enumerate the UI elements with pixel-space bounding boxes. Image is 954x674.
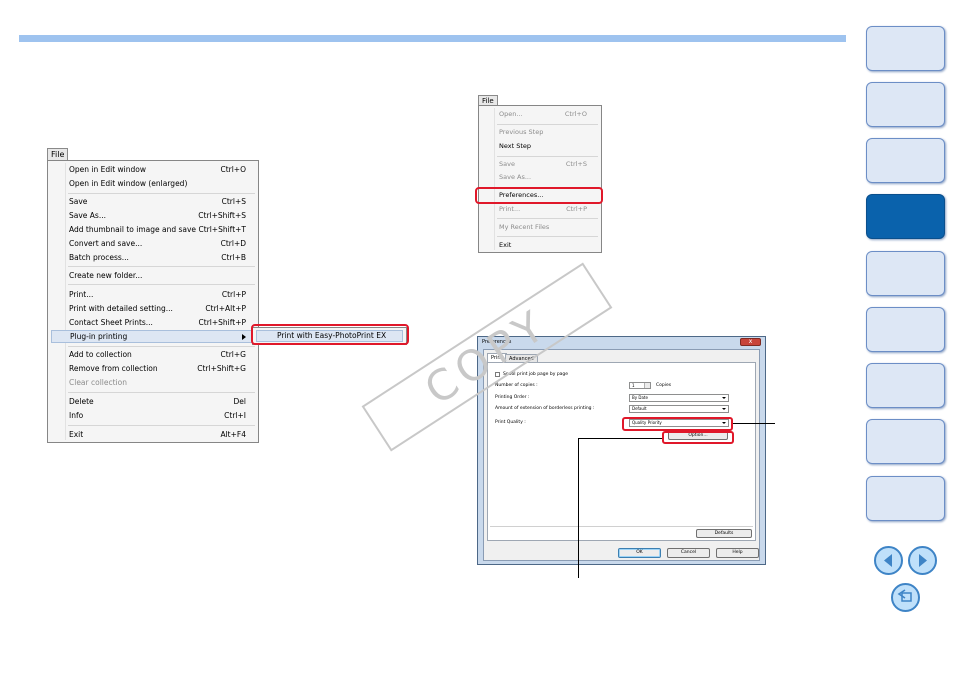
menu-item-batch-process[interactable]: Batch process... Ctrl+B — [69, 251, 246, 264]
callout-line — [733, 423, 775, 424]
highlight-box — [475, 187, 603, 204]
menu-separator — [68, 284, 255, 285]
menu-gutter — [494, 108, 495, 250]
menu-item-save[interactable]: Save Ctrl+S — [69, 195, 246, 208]
menu-item-add-thumbnail[interactable]: Add thumbnail to image and save Ctrl+Shif… — [69, 223, 246, 236]
copies-stepper[interactable]: 1 — [629, 382, 651, 389]
menu-separator — [68, 346, 255, 347]
menu-separator — [68, 425, 255, 426]
menu-item-remove-collection[interactable]: Remove from collection Ctrl+Shift+G — [69, 362, 246, 375]
help-button[interactable]: Help — [716, 548, 759, 558]
order-label: Printing Order : — [495, 395, 530, 400]
nav-tab-6[interactable] — [866, 307, 945, 352]
menu-separator — [497, 218, 598, 219]
copies-value: 1 — [632, 383, 635, 388]
file-menu-title[interactable]: File — [47, 148, 69, 160]
menu-separator — [497, 236, 598, 237]
defaults-button[interactable]: Defaults — [696, 529, 752, 538]
cancel-button[interactable]: Cancel — [667, 548, 710, 558]
menu-item-recent-files: My Recent Files — [499, 223, 550, 231]
menu-separator — [68, 193, 255, 194]
menu-item-exit-2[interactable]: Exit — [499, 239, 587, 252]
menu-item-previous-step: Previous Step — [499, 128, 544, 136]
menu-item-info[interactable]: Info Ctrl+I — [69, 409, 246, 422]
header-rule — [19, 35, 846, 42]
submenu-arrow-icon — [242, 334, 246, 340]
menu-separator — [68, 266, 255, 267]
menu-item-next-step[interactable]: Next Step — [499, 140, 587, 153]
close-icon[interactable]: x — [740, 338, 761, 346]
nav-tab-5[interactable] — [866, 251, 945, 296]
menu-item-create-folder[interactable]: Create new folder... — [69, 269, 246, 282]
nav-tab-2[interactable] — [866, 82, 945, 127]
menu-item-delete[interactable]: Delete Del — [69, 395, 246, 408]
arrow-left-icon — [884, 554, 892, 567]
menu-item-clear-collection: Clear collection — [69, 378, 127, 387]
menu-item-save-2: Save Ctrl+S — [499, 160, 587, 168]
menu-item-contact-sheet[interactable]: Contact Sheet Prints... Ctrl+Shift+P — [69, 316, 246, 329]
menu-item-open: Open... Ctrl+O — [499, 110, 587, 118]
menu-item-convert-save[interactable]: Convert and save... Ctrl+D — [69, 237, 246, 250]
menu-separator — [497, 124, 598, 125]
return-icon — [897, 589, 912, 602]
extension-select[interactable]: Default — [629, 405, 729, 413]
print-panel: Spool print job page by page Number of c… — [487, 362, 756, 541]
menu-item-save-as[interactable]: Save As... Ctrl+Shift+S — [69, 209, 246, 222]
callout-line — [578, 438, 579, 578]
menu-item-print-detailed[interactable]: Print with detailed setting... Ctrl+Alt+P — [69, 302, 246, 315]
spool-label: Spool print job page by page — [503, 372, 569, 377]
copies-label: Number of copies : — [495, 383, 538, 388]
menu-item-print-2: Print... Ctrl+P — [499, 205, 587, 213]
panel-divider — [490, 526, 753, 527]
nav-tab-8[interactable] — [866, 419, 945, 464]
previous-page-button[interactable] — [874, 546, 903, 575]
preferences-dialog: Preferences x Print Advanced Spool print… — [477, 336, 766, 565]
menu-item-plugin-printing[interactable]: Plug-in printing — [51, 330, 255, 343]
order-select[interactable]: By Date — [629, 394, 729, 402]
menu-item-print[interactable]: Print... Ctrl+P — [69, 288, 246, 301]
menu-gutter — [65, 163, 66, 440]
highlight-box — [622, 417, 733, 431]
nav-tab-4-active[interactable] — [866, 194, 945, 239]
menu-item-open-edit[interactable]: Open in Edit window Ctrl+O — [69, 163, 246, 176]
menu-item-add-collection[interactable]: Add to collection Ctrl+G — [69, 348, 246, 361]
ok-button[interactable]: OK — [618, 548, 661, 558]
highlight-box — [662, 431, 734, 444]
menu-separator — [68, 392, 255, 393]
return-button[interactable] — [891, 583, 920, 612]
quality-label: Print Quality : — [495, 420, 526, 425]
arrow-right-icon — [919, 554, 927, 567]
file-menu: Open in Edit window Ctrl+O Open in Edit w… — [47, 160, 259, 443]
menu-item-exit[interactable]: Exit Alt+F4 — [69, 428, 246, 441]
dialog-body: Print Advanced Spool print job page by p… — [483, 349, 760, 561]
spin-arrows-icon[interactable] — [644, 383, 650, 388]
highlight-box — [251, 324, 409, 345]
nav-tab-7[interactable] — [866, 363, 945, 408]
extension-label: Amount of extension of borderless printi… — [495, 406, 595, 411]
menu-separator — [497, 156, 598, 157]
nav-tab-9[interactable] — [866, 476, 945, 521]
file-menu-2: Open... Ctrl+O Previous Step Next Step Sa… — [478, 105, 602, 253]
nav-tab-1[interactable] — [866, 26, 945, 71]
callout-line — [578, 438, 662, 439]
chevron-down-icon — [722, 397, 726, 399]
copies-unit: Copies — [656, 383, 672, 388]
menu-item-save-as-2: Save As... — [499, 173, 532, 181]
menu-item-open-edit-enlarged[interactable]: Open in Edit window (enlarged) — [69, 177, 246, 190]
nav-tab-3[interactable] — [866, 138, 945, 183]
next-page-button[interactable] — [908, 546, 937, 575]
chevron-down-icon — [722, 408, 726, 410]
